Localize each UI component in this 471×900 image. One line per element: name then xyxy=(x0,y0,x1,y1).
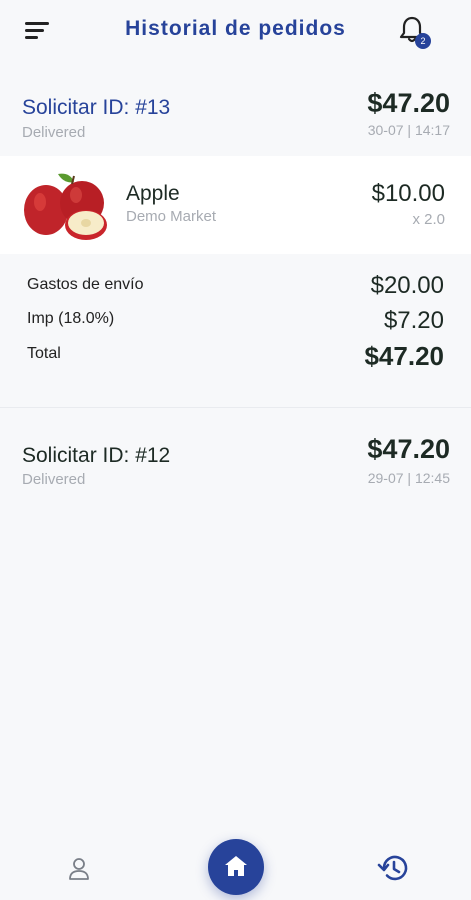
shipping-label: Gastos de envío xyxy=(27,276,144,293)
order-total: $47.20 xyxy=(367,434,450,464)
home-icon xyxy=(225,856,247,876)
order-status: Delivered xyxy=(22,471,86,488)
apple-image xyxy=(24,173,107,240)
notification-badge: 2 xyxy=(415,33,431,49)
order-date: 29-07 | 12:45 xyxy=(367,470,450,486)
total-value: $47.20 xyxy=(364,341,444,371)
total-label: Total xyxy=(27,345,61,362)
history-icon xyxy=(377,855,408,881)
order-line-item: Apple Demo Market $10.00 x 2.0 xyxy=(0,156,471,254)
order-card-13[interactable]: Solicitar ID: #13 Delivered $47.20 30-07… xyxy=(0,64,471,156)
order-id: Solicitar ID: #12 xyxy=(22,444,171,467)
product-price: $10.00 xyxy=(371,180,445,207)
profile-button[interactable] xyxy=(66,856,92,882)
home-button[interactable] xyxy=(208,839,264,895)
order-status: Delivered xyxy=(22,124,86,141)
order-total: $47.20 xyxy=(367,88,450,118)
tax-label: Imp (18.0%) xyxy=(27,310,115,327)
order-id: Solicitar ID: #13 xyxy=(22,96,171,119)
history-button[interactable] xyxy=(377,852,409,884)
product-name: Apple xyxy=(126,182,180,205)
product-store: Demo Market xyxy=(126,208,217,225)
bottom-navigation xyxy=(0,818,471,900)
app-header: Historial de pedidos 2 xyxy=(0,0,471,64)
shipping-value: $20.00 xyxy=(370,272,444,299)
tax-value: $7.20 xyxy=(383,307,444,334)
profile-icon xyxy=(69,858,89,880)
product-quantity: x 2.0 xyxy=(412,211,445,228)
notification-button[interactable]: 2 xyxy=(399,16,433,50)
order-date: 30-07 | 14:17 xyxy=(367,122,450,138)
order-card-12[interactable]: Solicitar ID: #12 Delivered $47.20 29-07… xyxy=(0,408,471,500)
